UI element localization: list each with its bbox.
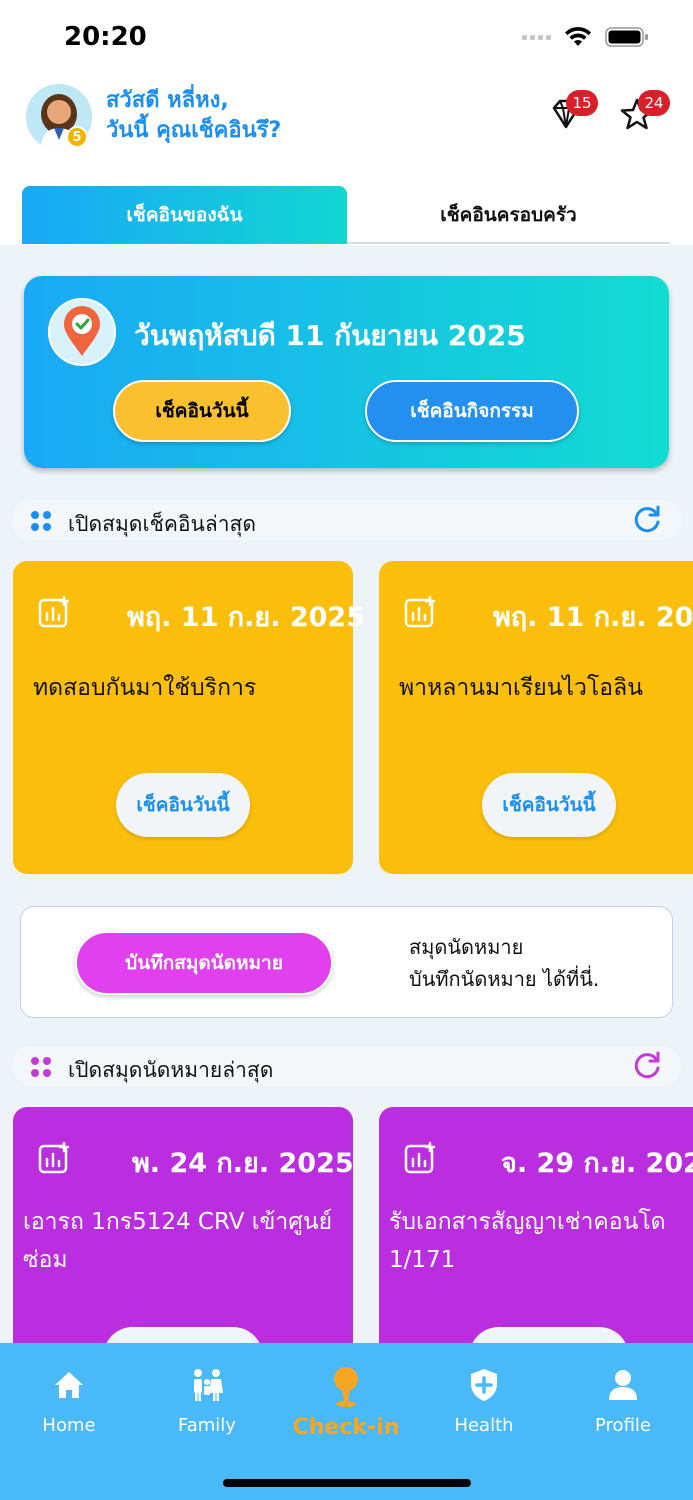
appointment-info-line-1: สมุดนัดหมาย <box>409 935 524 959</box>
grid-dots-icon <box>31 511 51 531</box>
current-date: วันพฤหัสบดี 11 กันยายน 2025 <box>134 319 526 352</box>
tab-bar: เช็คอินของฉัน เช็คอินครอบครัว <box>22 186 670 244</box>
card-checkin-today-button[interactable]: เช็คอินวันนี้ <box>482 773 616 837</box>
status-time: 20:20 <box>64 22 147 52</box>
checkin-section-header: เปิดสมุดเช็คอินล่าสุด <box>12 500 681 540</box>
shield-plus-icon <box>466 1367 502 1403</box>
appointment-section-title: เปิดสมุดนัดหมายล่าสุด <box>68 1058 274 1082</box>
star-count-badge: 24 <box>638 90 670 116</box>
nav-home-label: Home <box>42 1415 96 1436</box>
avatar-level-badge: 5 <box>66 126 88 148</box>
greeting-line-1: สวัสดี หลี่หง, <box>106 88 229 113</box>
checkin-cards-scroller[interactable]: พฤ. 11 ก.ย. 2025 ทดสอบกันมาใช้บริการ เช็… <box>0 561 693 875</box>
checkin-activity-button[interactable]: เช็คอินกิจกรรม <box>365 380 579 442</box>
appointment-card-description: รับเอกสารสัญญาเช่าคอนโด 1/171 <box>389 1209 666 1273</box>
checkin-card[interactable]: พฤ. 11 ก.ย. 2025 พาหลานมาเรียนไวโอลิน เช… <box>379 561 693 874</box>
family-icon <box>189 1367 225 1403</box>
status-icons <box>522 26 649 48</box>
header: 5 สวัสดี หลี่หง, วันนี้ คุณเช็คอินรึ? 15… <box>0 80 693 245</box>
home-icon <box>51 1367 87 1403</box>
tab-family-checkin[interactable]: เช็คอินครอบครัว <box>347 186 670 244</box>
appointment-info: สมุดนัดหมาย บันทึกนัดหมาย ได้ที่นี่. <box>409 931 599 995</box>
pin-icon <box>328 1367 364 1407</box>
status-bar: 20:20 <box>0 0 693 80</box>
appointment-cards-scroller[interactable]: พ. 24 ก.ย. 2025 เอารถ 1กร5124 CRV เข้าศู… <box>0 1107 693 1343</box>
chart-add-icon <box>404 1141 436 1174</box>
home-indicator[interactable] <box>223 1479 471 1487</box>
nav-profile[interactable]: Profile <box>563 1367 683 1436</box>
person-icon <box>605 1367 641 1403</box>
nav-home[interactable]: Home <box>9 1367 129 1436</box>
chart-add-icon <box>404 595 436 628</box>
appointment-box: บันทึกสมุดนัดหมาย สมุดนัดหมาย บันทึกนัดห… <box>20 906 673 1018</box>
checkin-card-description: พาหลานมาเรียนไวโอลิน <box>399 675 643 701</box>
appointment-section-header: เปิดสมุดนัดหมายล่าสุด <box>12 1046 681 1086</box>
nav-family[interactable]: Family <box>147 1367 267 1436</box>
record-appointment-button[interactable]: บันทึกสมุดนัดหมาย <box>75 931 333 995</box>
tab-my-checkin[interactable]: เช็คอินของฉัน <box>22 186 347 244</box>
checkin-card-description: ทดสอบกันมาใช้บริการ <box>33 675 257 701</box>
checkin-section-title: เปิดสมุดเช็คอินล่าสุด <box>68 512 257 536</box>
nav-health[interactable]: Health <box>424 1367 544 1436</box>
signal-icon <box>522 34 551 40</box>
appointment-card-button[interactable] <box>469 1327 629 1343</box>
nav-checkin[interactable]: Check-in <box>286 1367 406 1440</box>
checkin-today-button[interactable]: เช็คอินวันนี้ <box>113 380 291 442</box>
chart-add-icon <box>38 595 70 628</box>
appointment-info-line-2: บันทึกนัดหมาย ได้ที่นี่. <box>409 967 600 991</box>
nav-profile-label: Profile <box>595 1415 651 1436</box>
wifi-icon <box>565 26 591 46</box>
appointment-card-date: จ. 29 ก.ย. 2025 <box>501 1148 693 1179</box>
location-pin-icon <box>48 298 116 366</box>
refresh-icon[interactable] <box>631 1050 663 1082</box>
chart-add-icon <box>38 1141 70 1174</box>
greeting: สวัสดี หลี่หง, วันนี้ คุณเช็คอินรึ? <box>106 86 281 146</box>
checkin-card[interactable]: พฤ. 11 ก.ย. 2025 ทดสอบกันมาใช้บริการ เช็… <box>13 561 365 874</box>
bottom-nav: Home Family Check-in Health Profile <box>0 1343 693 1500</box>
diamond-count-badge: 15 <box>566 90 598 116</box>
appointment-card[interactable]: จ. 29 ก.ย. 2025 รับเอกสารสัญญาเช่าคอนโด … <box>379 1107 693 1343</box>
checkin-card-date: พฤ. 11 ก.ย. 2025 <box>493 602 693 633</box>
card-checkin-today-button[interactable]: เช็คอินวันนี้ <box>116 773 250 837</box>
date-card: วันพฤหัสบดี 11 กันยายน 2025 เช็คอินวันนี… <box>24 276 669 468</box>
refresh-icon[interactable] <box>631 504 663 536</box>
appointment-card-date: พ. 24 ก.ย. 2025 <box>132 1148 354 1179</box>
appointment-card[interactable]: พ. 24 ก.ย. 2025 เอารถ 1กร5124 CRV เข้าศู… <box>13 1107 354 1343</box>
checkin-card-date: พฤ. 11 ก.ย. 2025 <box>127 602 366 633</box>
nav-health-label: Health <box>454 1415 514 1436</box>
greeting-line-2: วันนี้ คุณเช็คอินรึ? <box>106 118 282 143</box>
appointment-card-button[interactable] <box>103 1327 263 1343</box>
battery-icon <box>605 27 648 47</box>
nav-checkin-label: Check-in <box>292 1415 400 1440</box>
grid-dots-icon <box>31 1057 51 1077</box>
nav-family-label: Family <box>178 1415 236 1436</box>
appointment-card-description: เอารถ 1กร5124 CRV เข้าศูนย์ซ่อม <box>23 1209 333 1273</box>
